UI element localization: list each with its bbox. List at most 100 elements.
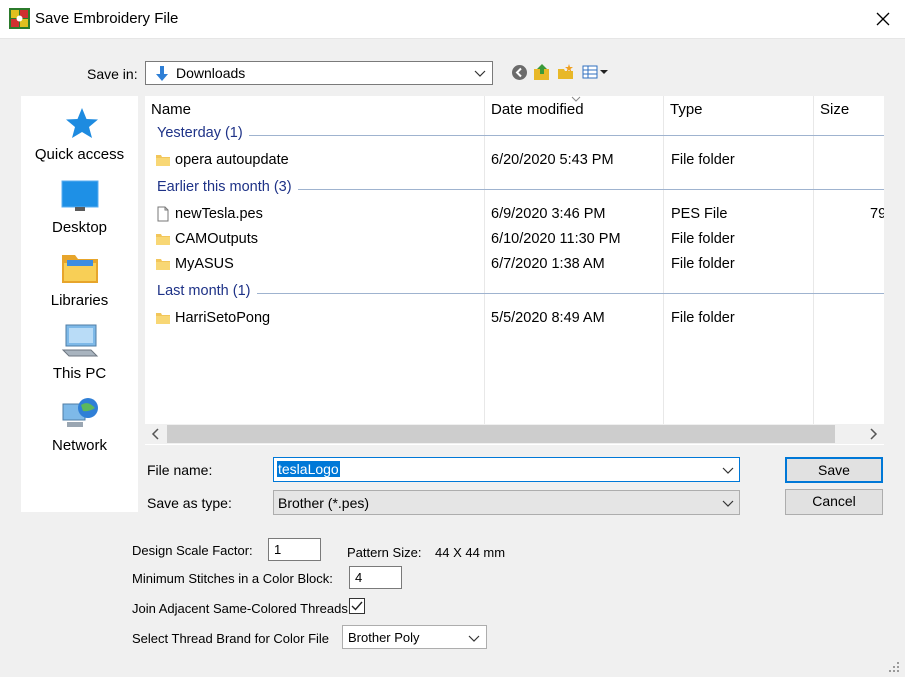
pattern-size-value: 44 X 44 mm: [435, 545, 506, 560]
file-row[interactable]: MyASUS 6/7/2020 1:38 AM File folder: [145, 252, 884, 277]
folder-icon: [156, 155, 170, 166]
thread-brand-dropdown[interactable]: Brother Poly: [342, 625, 487, 649]
file-name: CAMOutputs: [175, 231, 258, 247]
title-bar: Save Embroidery File: [0, 0, 905, 39]
folder-icon: [156, 313, 170, 324]
chevron-right-icon[interactable]: [864, 425, 882, 443]
place-quick-access[interactable]: Quick access: [21, 106, 138, 174]
file-size: 79: [870, 206, 884, 222]
join-threads-checkbox[interactable]: [349, 598, 365, 614]
place-network[interactable]: Network: [21, 396, 138, 464]
group-divider: [157, 135, 884, 136]
group-label: Earlier this month (3): [157, 179, 298, 195]
file-date: 6/20/2020 5:43 PM: [491, 152, 614, 168]
place-label: Libraries: [50, 292, 109, 309]
embroidery-app-icon: [9, 8, 30, 29]
place-label: This PC: [52, 365, 107, 382]
group-label: Last month (1): [157, 283, 257, 299]
chevron-down-icon: [468, 635, 480, 642]
file-type: PES File: [671, 206, 728, 222]
thread-brand-value: Brother Poly: [348, 630, 420, 645]
up-folder-button[interactable]: [533, 63, 551, 81]
design-scale-label: Design Scale Factor:: [132, 543, 253, 558]
pattern-size-label: Pattern Size:: [347, 545, 422, 560]
back-button[interactable]: [510, 63, 528, 81]
thread-brand-label: Select Thread Brand for Color File: [132, 631, 330, 646]
window-title: Save Embroidery File: [35, 10, 179, 27]
sort-indicator-icon: [571, 96, 581, 102]
column-header-name[interactable]: Name: [145, 96, 485, 124]
file-row[interactable]: newTesla.pes 6/9/2020 3:46 PM PES File 7…: [145, 202, 884, 227]
save-button[interactable]: Save: [785, 457, 883, 483]
close-button[interactable]: [866, 4, 900, 34]
up-folder-icon: [534, 64, 549, 80]
folder-icon: [156, 259, 170, 270]
group-label: Yesterday (1): [157, 125, 249, 141]
back-icon: [511, 64, 527, 80]
star-icon: [66, 108, 98, 138]
network-icon: [62, 398, 98, 427]
group-divider: [157, 293, 884, 294]
file-type: File folder: [671, 231, 735, 247]
file-row[interactable]: CAMOutputs 6/10/2020 11:30 PM File folde…: [145, 227, 884, 252]
new-folder-icon: [558, 64, 573, 79]
view-menu-icon: [582, 65, 608, 79]
download-arrow-icon: [156, 66, 168, 81]
save-as-type-value: Brother (*.pes): [278, 495, 370, 511]
place-libraries[interactable]: Libraries: [21, 251, 138, 319]
save-as-type-dropdown[interactable]: Brother (*.pes): [273, 490, 740, 515]
save-in-label: Save in:: [87, 66, 138, 82]
scrollbar-thumb[interactable]: [167, 425, 835, 443]
file-name-value: teslaLogo: [277, 461, 340, 477]
computer-icon: [61, 324, 99, 357]
file-row[interactable]: opera autoupdate 6/20/2020 5:43 PM File …: [145, 148, 884, 173]
chevron-down-icon[interactable]: [722, 463, 734, 477]
file-name-input[interactable]: teslaLogo: [273, 457, 740, 482]
cancel-button[interactable]: Cancel: [785, 489, 883, 515]
places-bar: Quick access Desktop Libraries This PC N…: [21, 96, 138, 512]
save-in-value: Downloads: [176, 65, 246, 81]
file-date: 6/7/2020 1:38 AM: [491, 256, 605, 272]
group-header[interactable]: Yesterday (1): [145, 125, 884, 145]
file-icon: [157, 206, 169, 222]
min-stitches-input[interactable]: 4: [349, 566, 402, 589]
file-type: File folder: [671, 256, 735, 272]
new-folder-button[interactable]: [557, 63, 575, 81]
horizontal-scrollbar[interactable]: [145, 424, 884, 444]
view-menu-button[interactable]: [581, 63, 611, 81]
desktop-icon: [61, 180, 99, 211]
column-header-type[interactable]: Type: [664, 96, 814, 124]
column-header-size[interactable]: Size: [814, 96, 884, 124]
file-date: 5/5/2020 8:49 AM: [491, 310, 605, 326]
save-in-dropdown[interactable]: Downloads: [145, 61, 493, 85]
chevron-down-icon: [722, 500, 734, 507]
design-scale-input[interactable]: 1: [268, 538, 321, 561]
resize-grip-icon[interactable]: [885, 658, 901, 674]
file-name: opera autoupdate: [175, 152, 289, 168]
chevron-left-icon[interactable]: [147, 425, 165, 443]
file-name: HarriSetoPong: [175, 310, 271, 326]
save-as-type-label: Save as type:: [147, 495, 232, 511]
place-desktop[interactable]: Desktop: [21, 179, 138, 247]
file-name: newTesla.pes: [175, 206, 263, 222]
file-type: File folder: [671, 152, 735, 168]
libraries-icon: [62, 255, 98, 283]
close-icon: [876, 12, 890, 26]
place-label: Quick access: [34, 146, 125, 163]
folder-icon: [156, 234, 170, 245]
file-name-label: File name:: [147, 462, 213, 478]
place-this-pc[interactable]: This PC: [21, 324, 138, 392]
place-label: Desktop: [51, 219, 108, 236]
group-header[interactable]: Earlier this month (3): [145, 179, 884, 199]
checkmark-icon: [351, 601, 363, 611]
chevron-down-icon: [474, 70, 486, 77]
file-row[interactable]: HarriSetoPong 5/5/2020 8:49 AM File fold…: [145, 306, 884, 331]
file-list[interactable]: Name Date modified Type Size Yesterday (…: [145, 96, 884, 445]
min-stitches-label: Minimum Stitches in a Color Block:: [132, 571, 333, 586]
file-date: 6/9/2020 3:46 PM: [491, 206, 606, 222]
place-label: Network: [51, 437, 107, 454]
file-name: MyASUS: [175, 256, 234, 272]
file-date: 6/10/2020 11:30 PM: [491, 231, 621, 247]
group-header[interactable]: Last month (1): [145, 283, 884, 303]
file-type: File folder: [671, 310, 735, 326]
